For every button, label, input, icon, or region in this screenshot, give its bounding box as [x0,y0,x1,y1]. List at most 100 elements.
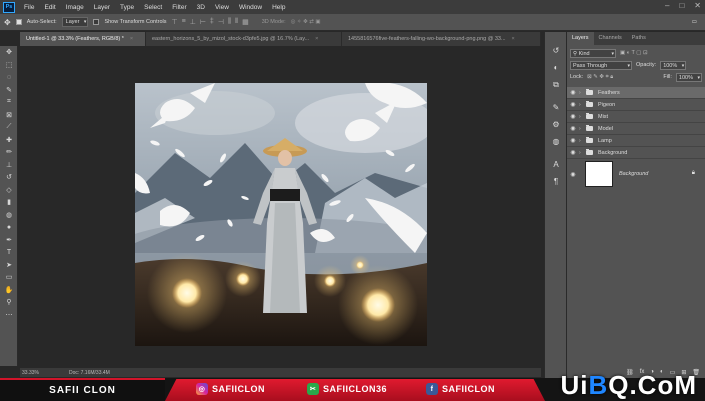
menu-file[interactable]: File [19,4,39,11]
eraser-tool-icon[interactable]: ◇ [0,184,18,197]
3d-orbit-icon[interactable]: ◎ ✧ ✥ ⇄ ▣ [291,19,321,25]
auto-select-dropdown[interactable]: Layer [61,17,89,27]
visibility-eye-icon[interactable]: ◉ [567,171,579,178]
menu-select[interactable]: Select [139,4,167,11]
visibility-eye-icon[interactable]: ◉ [567,149,579,156]
filter-icons[interactable]: ▣ ◐ T ▢ ⊡ [620,50,648,56]
align-right-icon[interactable]: ⊣ [218,18,224,26]
align-bottom-icon[interactable]: ⊥ [190,18,196,26]
clone-stamp-tool-icon[interactable]: ⊥ [0,159,18,172]
lock-row: Lock: ⊠ ✎ ✥ ⌗ 🔒︎ Fill: 100% [567,71,705,83]
adjustments-panel-icon[interactable]: ⧉ [545,76,567,93]
visibility-eye-icon[interactable]: ◉ [567,137,579,144]
character-panel-icon[interactable]: A [545,156,567,173]
close-tab-icon[interactable]: × [130,36,133,42]
close-tab-icon[interactable]: × [512,36,515,42]
zoom-tool-icon[interactable]: ⚲ [0,296,18,309]
visibility-eye-icon[interactable]: ◉ [567,113,579,120]
dodge-tool-icon[interactable]: ● [0,221,18,234]
menu-filter[interactable]: Filter [167,4,191,11]
menu-layer[interactable]: Layer [89,4,115,11]
more-tools-icon[interactable]: ⋯ [0,309,18,322]
history-panel-icon[interactable]: ↺ [545,42,567,59]
menu-help[interactable]: Help [267,4,290,11]
quick-select-tool-icon[interactable]: ✎ [0,84,18,97]
expand-arrow-icon[interactable]: › [579,138,586,144]
blur-tool-icon[interactable]: ◍ [0,209,18,222]
layer-row-background[interactable]: ◉ Background 🔒︎ [567,159,705,189]
paths-icon[interactable]: ◍ [545,133,567,150]
brush-settings-icon[interactable]: ✎ [545,99,567,116]
healing-brush-tool-icon[interactable]: ✚ [0,134,18,147]
shape-tool-icon[interactable]: ▭ [0,271,18,284]
opacity-input[interactable]: 100% [660,60,687,70]
layer-row-mist[interactable]: ◉ › Mist [567,111,705,123]
menu-3d[interactable]: 3D [192,4,210,11]
layer-row-lamp[interactable]: ◉ › Lamp [567,135,705,147]
visibility-eye-icon[interactable]: ◉ [567,101,579,108]
crop-tool-icon[interactable]: ⌗ [0,96,18,109]
layer-row-pigeon[interactable]: ◉ › Pigeon [567,99,705,111]
properties-panel-icon[interactable]: ◐ [545,59,567,76]
tab-channels[interactable]: Channels [594,32,627,45]
lock-icons[interactable]: ⊠ ✎ ✥ ⌗ 🔒︎ [587,74,613,81]
hand-tool-icon[interactable]: ✋ [0,284,18,297]
channel-name: SAFII CLON [0,378,165,401]
lasso-tool-icon[interactable]: ◌ [0,71,18,84]
zoom-level[interactable]: 33.33% [22,370,39,376]
pen-tool-icon[interactable]: ✒ [0,234,18,247]
show-transform-checkbox[interactable] [93,19,100,25]
menu-type[interactable]: Type [115,4,139,11]
clone-source-icon[interactable]: ⚙ [545,116,567,133]
history-brush-tool-icon[interactable]: ↺ [0,171,18,184]
auto-align-icon[interactable]: ▦ [242,18,249,26]
align-middle-icon[interactable]: ≡ [182,18,186,26]
expand-arrow-icon[interactable]: › [579,114,586,120]
align-top-icon[interactable]: ⊤ [172,18,178,26]
layer-filter-row: ⚲ Kind ▣ ◐ T ▢ ⊡ [567,47,705,59]
menu-window[interactable]: Window [234,4,267,11]
menu-edit[interactable]: Edit [39,4,60,11]
tab-untitled-1[interactable]: Untitled-1 @ 33.3% (Feathers, RGB/8) * × [20,32,146,46]
expand-arrow-icon[interactable]: › [579,150,586,156]
marquee-tool-icon[interactable]: ⬚ [0,59,18,72]
expand-arrow-icon[interactable]: › [579,126,586,132]
close-tab-icon[interactable]: × [315,36,318,42]
workspace-icon[interactable]: ▭ [692,19,697,25]
tab-paths[interactable]: Paths [627,32,651,45]
close-icon[interactable]: ✕ [694,1,701,10]
eyedropper-tool-icon[interactable]: ⟋ [0,121,18,134]
menu-image[interactable]: Image [61,4,89,11]
align-center-icon[interactable]: ‡ [210,18,214,26]
fill-input[interactable]: 100% [675,72,702,82]
visibility-eye-icon[interactable]: ◉ [567,89,579,96]
filter-kind-dropdown[interactable]: ⚲ Kind [570,48,616,58]
menu-view[interactable]: View [210,4,234,11]
frame-tool-icon[interactable]: ⊠ [0,109,18,122]
distribute-h-icon[interactable]: ⫴ [235,18,238,26]
brush-tool-icon[interactable]: ✏ [0,146,18,159]
gradient-tool-icon[interactable]: ▮ [0,196,18,209]
blend-mode-dropdown[interactable]: Pass Through [570,60,632,70]
auto-select-checkbox[interactable] [15,19,22,25]
minimize-icon[interactable]: – [665,1,669,10]
path-select-tool-icon[interactable]: ➤ [0,259,18,272]
expand-arrow-icon[interactable]: › [579,102,586,108]
document-canvas-artwork[interactable] [135,83,427,346]
layer-row-feathers[interactable]: ◉ › Feathers [567,87,705,99]
align-left-icon[interactable]: ⊢ [200,18,206,26]
layer-row-model[interactable]: ◉ › Model [567,123,705,135]
expand-arrow-icon[interactable]: › [579,90,586,96]
type-tool-icon[interactable]: T [0,246,18,259]
paragraph-panel-icon[interactable]: ¶ [545,173,567,190]
maximize-icon[interactable]: □ [679,1,684,10]
move-tool-icon[interactable]: ✥ [0,46,18,59]
tab-feathers-png[interactable]: 1455816576five-feathers-falling-wo-backg… [342,32,541,46]
window-controls: – □ ✕ [665,1,701,10]
visibility-eye-icon[interactable]: ◉ [567,125,579,132]
layer-row-background-group[interactable]: ◉ › Background [567,147,705,159]
tab-layers[interactable]: Layers [567,32,594,45]
tab-eastern-horizons[interactable]: eastern_horizons_5_by_mizol_stock-d3pfe5… [146,32,342,46]
distribute-icon[interactable]: ⫼ [228,18,231,26]
move-tool-icon[interactable]: ✥ [4,18,11,27]
